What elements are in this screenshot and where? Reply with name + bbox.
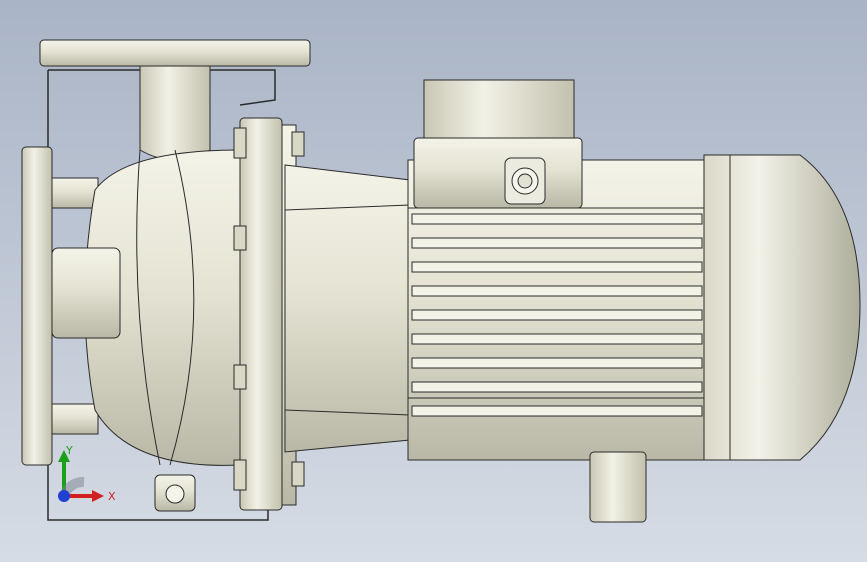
z-axis-dot — [58, 490, 70, 502]
terminal-box-cover — [423, 79, 575, 139]
pump-model[interactable] — [0, 0, 867, 562]
pump-assembly — [21, 39, 861, 523]
casing-flange — [239, 117, 283, 511]
suction-flange — [21, 146, 53, 466]
suction-nozzle — [51, 247, 121, 339]
fan-cover — [703, 154, 861, 461]
x-axis-head — [92, 490, 104, 502]
x-axis-label: X — [108, 490, 116, 503]
cable-gland — [504, 157, 546, 205]
cad-viewport[interactable]: Y X — [0, 0, 867, 562]
coordinate-triad: Y X — [58, 444, 116, 503]
cooling-fins — [411, 213, 703, 417]
outlet-flange — [39, 39, 311, 67]
motor-adapter — [284, 164, 411, 453]
outlet-neck — [139, 65, 211, 161]
motor-foot — [589, 451, 647, 523]
y-axis-label: Y — [65, 444, 73, 457]
terminal-box — [413, 137, 583, 209]
